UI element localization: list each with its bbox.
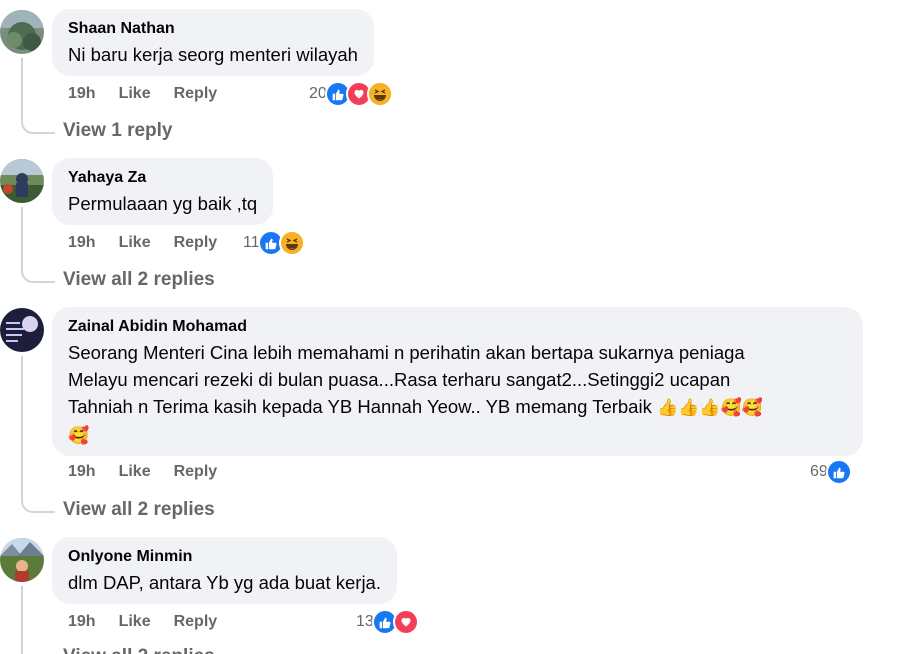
comment-actions: 19h Like Reply xyxy=(68,460,240,484)
view-replies-link[interactable]: View all 2 replies xyxy=(63,499,215,521)
reaction-summary[interactable]: 20 xyxy=(309,81,393,107)
reply-connector xyxy=(21,263,55,283)
reply-button[interactable]: Reply xyxy=(174,234,218,252)
like-button[interactable]: Like xyxy=(119,85,151,103)
like-button[interactable]: Like xyxy=(119,463,151,481)
reply-button[interactable]: Reply xyxy=(174,613,218,631)
comment-actions: 19h Like Reply xyxy=(68,82,240,106)
emoji: 🥰 xyxy=(68,426,90,445)
avatar[interactable] xyxy=(0,159,44,203)
thread-line xyxy=(21,58,23,114)
reaction-summary[interactable]: 13 xyxy=(356,609,419,635)
view-replies-link[interactable]: View all 2 replies xyxy=(63,646,215,654)
emoji: 👍👍👍🥰🥰 xyxy=(656,398,763,417)
comment-author[interactable]: Yahaya Za xyxy=(68,168,257,188)
like-icon xyxy=(825,459,852,485)
avatar[interactable] xyxy=(0,538,44,582)
comment-timestamp[interactable]: 19h xyxy=(68,613,96,631)
comment-bubble: Zainal Abidin Mohamad Seorang Menteri Ci… xyxy=(52,307,863,456)
haha-icon xyxy=(366,81,393,107)
comment-author[interactable]: Onlyone Minmin xyxy=(68,547,381,567)
comment-text: Melayu mencari rezeki di bulan puasa...R… xyxy=(68,369,731,390)
comment-timestamp[interactable]: 19h xyxy=(68,85,96,103)
love-icon xyxy=(392,609,419,635)
thread-line xyxy=(21,356,23,493)
avatar[interactable] xyxy=(0,10,44,54)
like-button[interactable]: Like xyxy=(119,613,151,631)
comment-text: Ni baru kerja seorg menteri wilayah xyxy=(68,44,358,65)
thread-line xyxy=(21,586,23,654)
haha-icon xyxy=(278,230,305,256)
like-button[interactable]: Like xyxy=(119,234,151,252)
comment-text: Permulaaan yg baik ,tq xyxy=(68,193,258,214)
comment-actions: 19h Like Reply xyxy=(68,231,240,255)
reply-connector xyxy=(21,493,55,513)
view-replies-link[interactable]: View 1 reply xyxy=(63,120,173,142)
comment-actions: 19h Like Reply xyxy=(68,610,240,634)
reaction-summary[interactable]: 69 xyxy=(810,459,852,485)
comment-timestamp[interactable]: 19h xyxy=(68,234,96,252)
comment-bubble: Yahaya Za Permulaaan yg baik ,tq xyxy=(52,158,274,225)
avatar[interactable] xyxy=(0,308,44,352)
comment-bubble: Onlyone Minmin dlm DAP, antara Yb yg ada… xyxy=(52,537,397,604)
comment-text: Seorang Menteri Cina lebih memahami n pe… xyxy=(68,342,745,363)
comment-bubble: Shaan Nathan Ni baru kerja seorg menteri… xyxy=(52,9,374,76)
comments-section: Shaan Nathan Ni baru kerja seorg menteri… xyxy=(0,0,906,654)
comment-text-line: 🥰 xyxy=(68,421,847,449)
reply-button[interactable]: Reply xyxy=(174,463,218,481)
comment-timestamp[interactable]: 19h xyxy=(68,463,96,481)
comment-text-line: Tahniah n Terima kasih kepada YB Hannah … xyxy=(68,393,847,421)
thread-line xyxy=(21,207,23,263)
reaction-summary[interactable]: 11 xyxy=(243,230,305,256)
comment-text: Tahniah n Terima kasih kepada YB Hannah … xyxy=(68,396,652,417)
comment-author[interactable]: Shaan Nathan xyxy=(68,19,358,39)
comment-text: dlm DAP, antara Yb yg ada buat kerja. xyxy=(68,572,381,593)
reply-connector xyxy=(21,114,55,134)
view-replies-link[interactable]: View all 2 replies xyxy=(63,269,215,291)
comment-author[interactable]: Zainal Abidin Mohamad xyxy=(68,317,847,337)
reply-button[interactable]: Reply xyxy=(174,85,218,103)
